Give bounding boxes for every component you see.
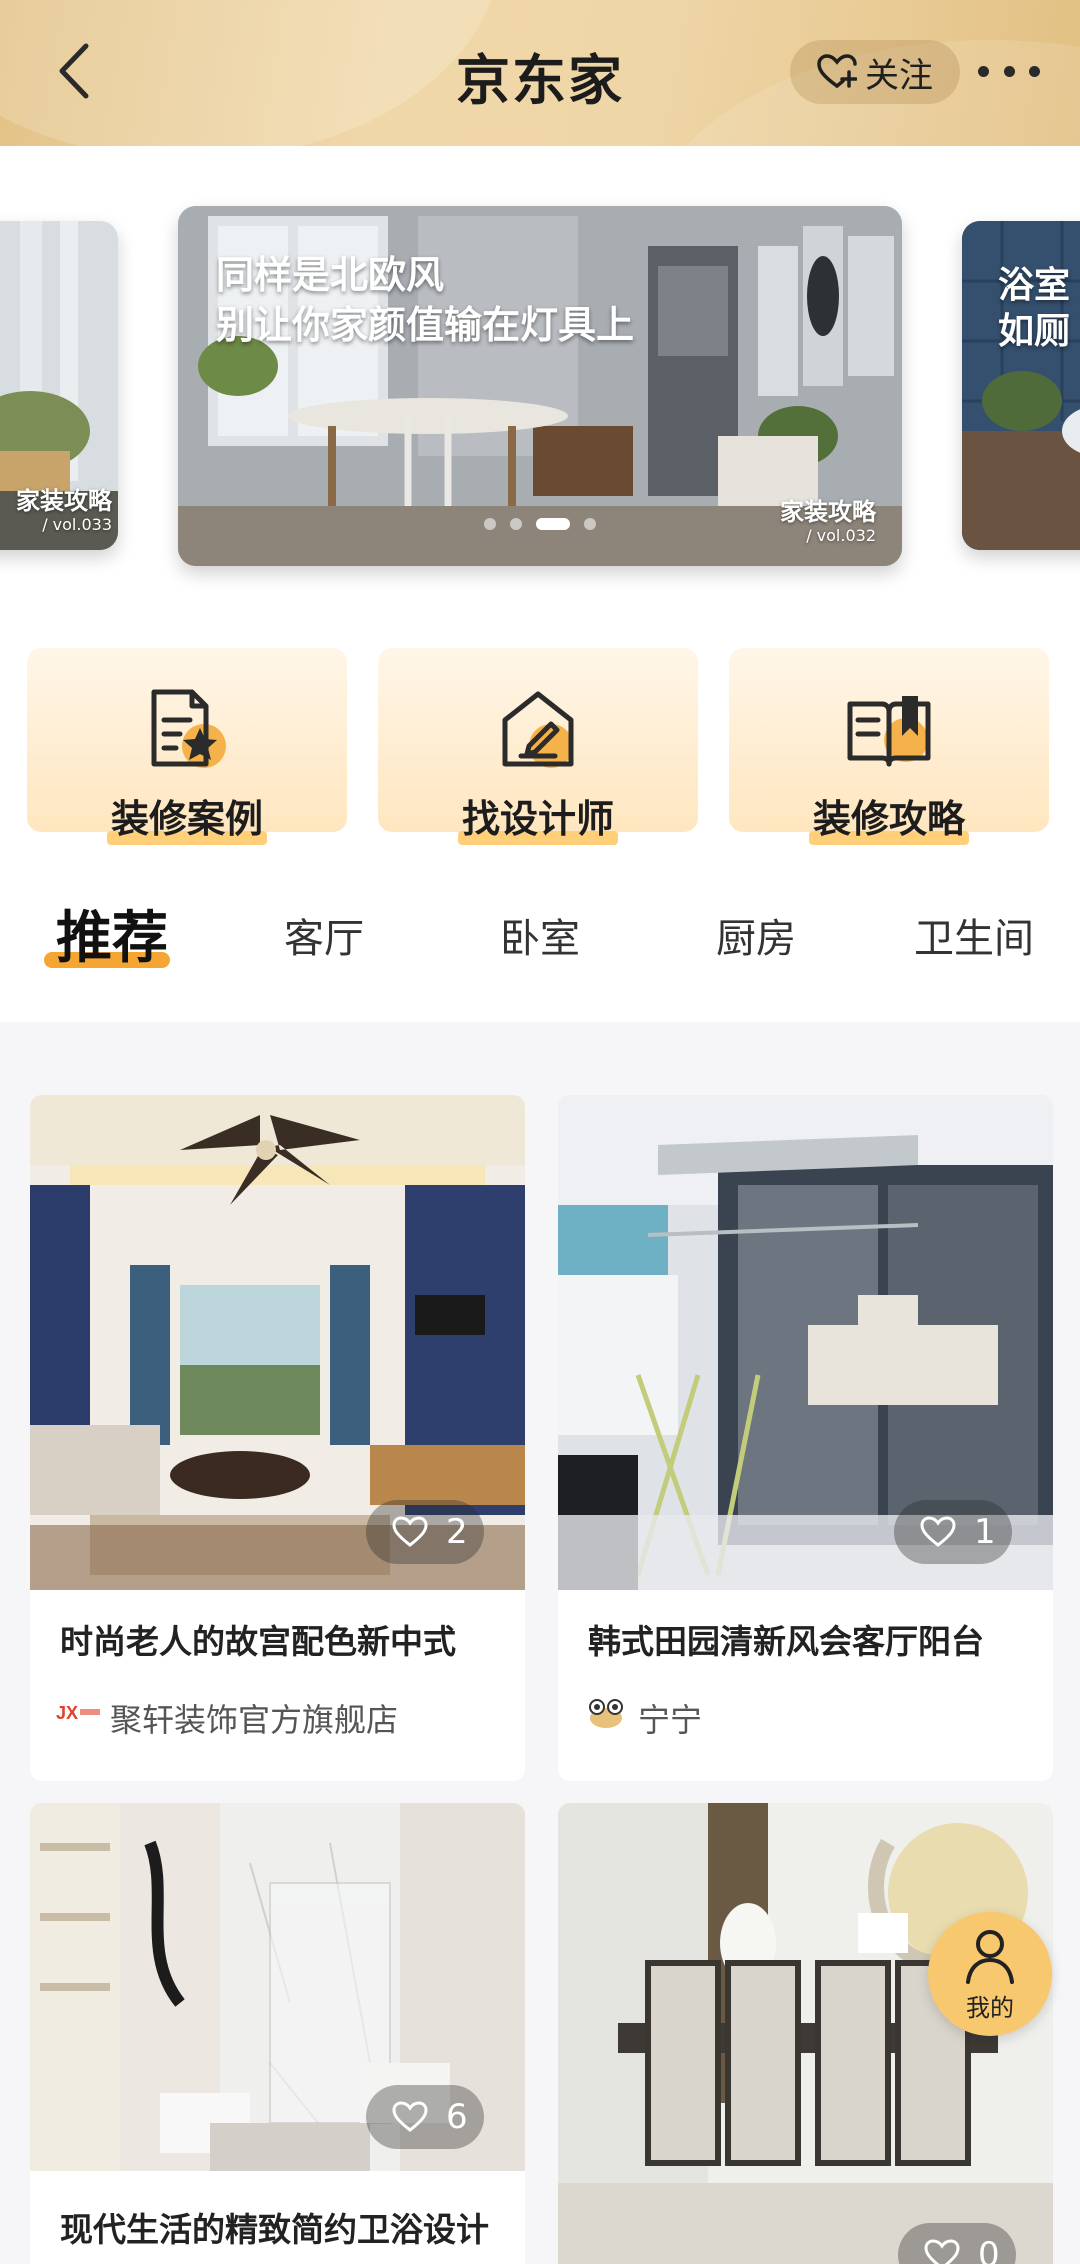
feed-card[interactable]: 6 现代生活的精致简约卫浴设计 bbox=[30, 1803, 525, 2264]
more-dot-icon bbox=[1029, 65, 1040, 77]
user-icon bbox=[966, 1930, 1014, 1984]
like-count: 2 bbox=[446, 1512, 468, 1552]
author-avatar bbox=[584, 1693, 628, 1733]
frog-avatar-icon bbox=[589, 1699, 623, 1728]
heart-icon bbox=[924, 2239, 960, 2264]
category-label: 装修案例 bbox=[27, 788, 347, 845]
author-name[interactable]: 聚轩装饰官方旗舰店 bbox=[110, 1695, 398, 1741]
category-label: 找设计师 bbox=[378, 788, 698, 845]
my-profile-button[interactable]: 我的 bbox=[928, 1912, 1052, 2036]
like-button[interactable]: 6 bbox=[366, 2085, 484, 2149]
more-options-button[interactable] bbox=[978, 56, 1040, 86]
follow-button[interactable]: 关注 bbox=[790, 40, 960, 104]
heart-icon bbox=[392, 1516, 428, 1547]
author-avatar: JX bbox=[56, 1693, 100, 1733]
like-button[interactable]: 1 bbox=[894, 1500, 1012, 1564]
author-name[interactable]: 宁宁 bbox=[638, 1695, 702, 1741]
like-button[interactable]: 0 bbox=[898, 2223, 1016, 2264]
tab-kitchen[interactable]: 厨房 bbox=[716, 894, 796, 984]
like-count: 1 bbox=[974, 1512, 996, 1552]
heart-plus-icon bbox=[817, 54, 857, 88]
feed-card-title: 韩式田园清新风会客厅阳台 bbox=[588, 1622, 984, 1661]
my-profile-label: 我的 bbox=[966, 1994, 1014, 2022]
feed-card[interactable]: 1 韩式田园清新风会客厅阳台 宁宁 bbox=[558, 1095, 1053, 1781]
slide-caption: 同样是北欧风 别让你家颜值输在灯具上 bbox=[216, 253, 635, 347]
category-decoration-cases[interactable]: 装修案例 bbox=[27, 648, 347, 845]
tab-living-room[interactable]: 客厅 bbox=[284, 894, 364, 984]
carousel-slide-active[interactable]: 同样是北欧风 别让你家颜值输在灯具上 家装攻略 / vol.032 bbox=[178, 206, 902, 566]
carousel-pagination bbox=[178, 518, 902, 530]
house-pencil-icon bbox=[502, 691, 574, 768]
category-tabs: 推荐 客厅 卧室 厨房 卫生间 bbox=[0, 894, 1080, 984]
slide-tag: 家装攻略 / vol.033 bbox=[16, 487, 112, 534]
slide-caption: 浴室 如厕 bbox=[998, 265, 1071, 352]
more-dot-icon bbox=[1003, 65, 1015, 77]
carousel-slide-next[interactable]: 浴室 如厕 bbox=[962, 221, 1080, 550]
svg-text:JX: JX bbox=[56, 1703, 78, 1723]
tab-bedroom[interactable]: 卧室 bbox=[500, 894, 580, 984]
book-bookmark-icon bbox=[847, 696, 931, 767]
carousel-slide-previous[interactable]: 家装攻略 / vol.033 bbox=[0, 221, 118, 550]
heart-icon bbox=[920, 1516, 956, 1547]
document-star-icon bbox=[151, 689, 226, 768]
feed-card[interactable]: 2 时尚老人的故宫配色新中式 JX 聚轩装饰官方旗舰店 bbox=[30, 1095, 525, 1781]
follow-label: 关注 bbox=[865, 55, 933, 96]
category-label: 装修攻略 bbox=[729, 788, 1049, 845]
carousel-dot[interactable] bbox=[584, 518, 596, 530]
carousel-dot-active[interactable] bbox=[536, 518, 570, 530]
like-button[interactable]: 2 bbox=[366, 1500, 484, 1564]
tab-recommended[interactable]: 推荐 bbox=[56, 894, 168, 984]
more-dot-icon bbox=[978, 65, 989, 77]
carousel-dot[interactable] bbox=[510, 518, 522, 530]
like-count: 6 bbox=[446, 2097, 468, 2137]
tab-bathroom[interactable]: 卫生间 bbox=[914, 894, 1034, 984]
feed-card-title: 时尚老人的故宫配色新中式 bbox=[60, 1622, 456, 1661]
category-decoration-guide[interactable]: 装修攻略 bbox=[729, 648, 1049, 845]
feed-card-title: 现代生活的精致简约卫浴设计 bbox=[60, 2210, 489, 2249]
brand-logo-icon: JX bbox=[56, 1703, 100, 1723]
carousel-dot[interactable] bbox=[484, 518, 496, 530]
heart-icon bbox=[392, 2101, 428, 2132]
category-find-designer[interactable]: 找设计师 bbox=[378, 648, 698, 845]
app-header: 京东家 关注 bbox=[0, 0, 1080, 146]
like-count: 0 bbox=[978, 2235, 1000, 2264]
